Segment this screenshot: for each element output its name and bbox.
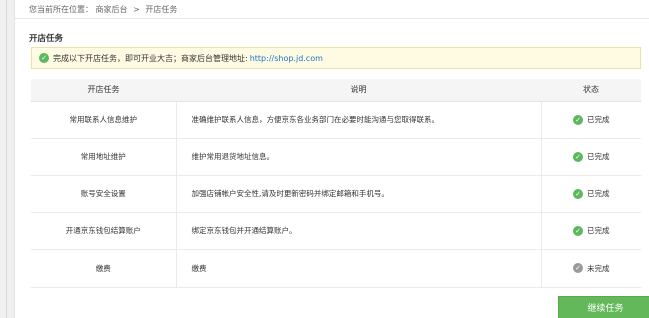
task-table: 开店任务 说明 状态 常用联系人信息维护 准确维护联系人信息，方便京东各业务部门在… bbox=[31, 79, 641, 288]
status-text: 未完成 bbox=[587, 263, 610, 273]
header-status: 状态 bbox=[541, 79, 641, 102]
breadcrumb-current: 开店任务 bbox=[145, 5, 178, 14]
check-circle-icon: ✓ bbox=[573, 151, 583, 162]
notice-text: 完成以下开店任务，即可开业大吉；商家后台管理地址: bbox=[53, 53, 248, 63]
check-circle-icon: ✓ bbox=[573, 114, 583, 125]
table-row: 缴费 缴费 ✓ 未完成 bbox=[31, 249, 641, 288]
task-status: ✓ 已完成 bbox=[541, 101, 641, 139]
status-text: 已完成 bbox=[587, 115, 610, 124]
rail-divider bbox=[6, 0, 7, 318]
check-circle-icon: ✓ bbox=[573, 225, 583, 236]
task-name: 常用地址维护 bbox=[31, 138, 176, 176]
check-circle-icon: ✓ bbox=[39, 53, 49, 63]
status-text: 已完成 bbox=[587, 226, 610, 235]
header-task: 开店任务 bbox=[31, 79, 176, 102]
table-row: 开通京东钱包结算账户 绑定京东钱包并开通结算账户。 ✓ 已完成 bbox=[31, 212, 641, 250]
top-divider bbox=[15, 18, 649, 19]
table-header-row: 开店任务 说明 状态 bbox=[31, 79, 641, 102]
task-name: 账号安全设置 bbox=[31, 175, 176, 213]
breadcrumb: 您当前所在位置： 商家后台 > 开店任务 bbox=[29, 3, 177, 17]
check-circle-icon: ✓ bbox=[573, 188, 583, 199]
status-text: 已完成 bbox=[587, 152, 610, 161]
task-description: 准确维护联系人信息，方便京东各业务部门在必要时能沟通与您取得联系。 bbox=[175, 101, 542, 139]
header-desc: 说明 bbox=[176, 79, 541, 102]
task-description: 绑定京东钱包并开通结算账户。 bbox=[175, 212, 542, 250]
main-panel: 您当前所在位置： 商家后台 > 开店任务 开店任务 ✓ 完成以下开店任务，即可开… bbox=[14, 0, 649, 318]
breadcrumb-separator: > bbox=[133, 5, 140, 14]
task-name: 开通京东钱包结算账户 bbox=[31, 212, 176, 250]
task-description: 缴费 bbox=[175, 249, 542, 288]
table-row: 常用联系人信息维护 准确维护联系人信息，方便京东各业务部门在必要时能沟通与您取得联… bbox=[31, 101, 641, 139]
table-row: 账号安全设置 加强店铺帐户安全性,请及时更新密码并绑定邮箱和手机号。 ✓ 已完成 bbox=[31, 175, 641, 213]
left-rail bbox=[0, 0, 14, 318]
table-row: 常用地址维护 维护常用退货地址信息。 ✓ 已完成 bbox=[31, 138, 641, 176]
breadcrumb-home-link[interactable]: 商家后台 bbox=[96, 5, 128, 14]
page-title: 开店任务 bbox=[29, 34, 64, 44]
task-description: 维护常用退货地址信息。 bbox=[175, 138, 542, 176]
task-description: 加强店铺帐户安全性,请及时更新密码并绑定邮箱和手机号。 bbox=[175, 175, 542, 213]
task-status: ✓ 已完成 bbox=[541, 175, 641, 213]
task-name: 常用联系人信息维护 bbox=[31, 101, 176, 139]
task-status: ✓ 已完成 bbox=[541, 138, 641, 176]
notice-banner: ✓ 完成以下开店任务，即可开业大吉；商家后台管理地址: http://shop.… bbox=[31, 47, 641, 69]
pending-circle-icon: ✓ bbox=[573, 263, 583, 273]
breadcrumb-prefix: 您当前所在位置： bbox=[29, 5, 93, 14]
status-text: 已完成 bbox=[587, 189, 610, 198]
task-status: ✓ 未完成 bbox=[541, 249, 641, 288]
shop-admin-link[interactable]: http://shop.jd.com bbox=[250, 54, 323, 63]
continue-task-button[interactable]: 继续任务 bbox=[558, 296, 649, 318]
task-name: 缴费 bbox=[31, 249, 176, 288]
task-status: ✓ 已完成 bbox=[541, 212, 641, 250]
